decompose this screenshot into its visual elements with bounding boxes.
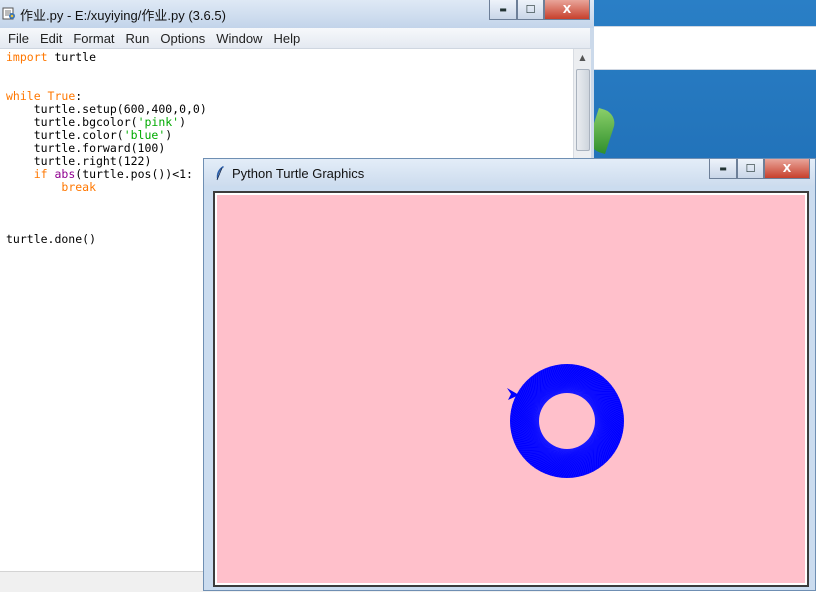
menu-window[interactable]: Window [216, 31, 262, 46]
minimize-button[interactable]: ▬ [489, 0, 517, 20]
close-icon: X [782, 162, 792, 175]
code-line-1: import turtle [6, 51, 96, 64]
maximize-button[interactable]: ☐ [517, 0, 544, 20]
turtle-maximize-button[interactable]: ☐ [737, 159, 764, 179]
turtle-canvas-frame [213, 191, 809, 587]
scroll-thumb[interactable] [576, 69, 590, 151]
turtle-canvas [217, 195, 805, 583]
turtle-ring [509, 363, 625, 479]
turtle-close-button[interactable]: X [764, 159, 810, 179]
maximize-icon: ☐ [745, 162, 756, 175]
keyword-while: while [6, 89, 41, 103]
code-text: turtle.color( [6, 128, 124, 142]
ring-inner [539, 393, 595, 449]
close-icon: X [562, 3, 572, 16]
code-text: ) [165, 128, 173, 142]
keyword-import: import [6, 50, 48, 64]
string-literal: 'pink' [137, 115, 180, 129]
menu-edit[interactable]: Edit [40, 31, 62, 46]
turtle-caption-buttons: ▬ ☐ X [709, 159, 810, 179]
minimize-icon: ▬ [499, 5, 507, 14]
maximize-icon: ☐ [525, 3, 536, 16]
turtle-graphics-window: Python Turtle Graphics ▬ ☐ X [203, 158, 816, 591]
turtle-window-title: Python Turtle Graphics [232, 166, 365, 181]
scroll-up-icon[interactable]: ▲ [574, 49, 591, 65]
code-line-done: turtle.done() [6, 232, 97, 246]
menu-file[interactable]: File [8, 31, 29, 46]
code-text: (turtle.pos())<1: [75, 167, 193, 181]
keyword-break: break [61, 180, 97, 194]
menu-options[interactable]: Options [160, 31, 205, 46]
menu-run[interactable]: Run [126, 31, 150, 46]
keyword-true: True [40, 89, 76, 103]
close-button[interactable]: X [544, 0, 590, 20]
idle-caption-buttons: ▬ ☐ X [489, 0, 590, 20]
keyword-if: if [33, 167, 48, 181]
code-text: turtle [47, 50, 97, 64]
turtle-drawing [507, 363, 625, 479]
turtle-minimize-button[interactable]: ▬ [709, 159, 737, 179]
code-text: ) [179, 115, 187, 129]
background-window [594, 26, 816, 70]
code-text: : [75, 89, 83, 103]
string-literal: 'blue' [123, 128, 166, 142]
code-text: turtle.bgcolor( [6, 115, 138, 129]
code-line-break: break [6, 181, 96, 194]
menu-format[interactable]: Format [73, 31, 114, 46]
python-idle-icon [2, 7, 15, 20]
menu-bar: File Edit Format Run Options Window Help [0, 28, 590, 49]
builtin-abs: abs [54, 167, 76, 181]
idle-window-title: 作业.py - E:/xuyiying/作业.py (3.6.5) [20, 8, 226, 23]
minimize-icon: ▬ [719, 164, 727, 173]
menu-help[interactable]: Help [273, 31, 300, 46]
feather-icon [216, 166, 224, 181]
idle-title-bar[interactable]: 作业.py - E:/xuyiying/作业.py (3.6.5) ▬ ☐ X [0, 0, 594, 28]
turtle-title-bar[interactable]: Python Turtle Graphics ▬ ☐ X [204, 159, 815, 186]
